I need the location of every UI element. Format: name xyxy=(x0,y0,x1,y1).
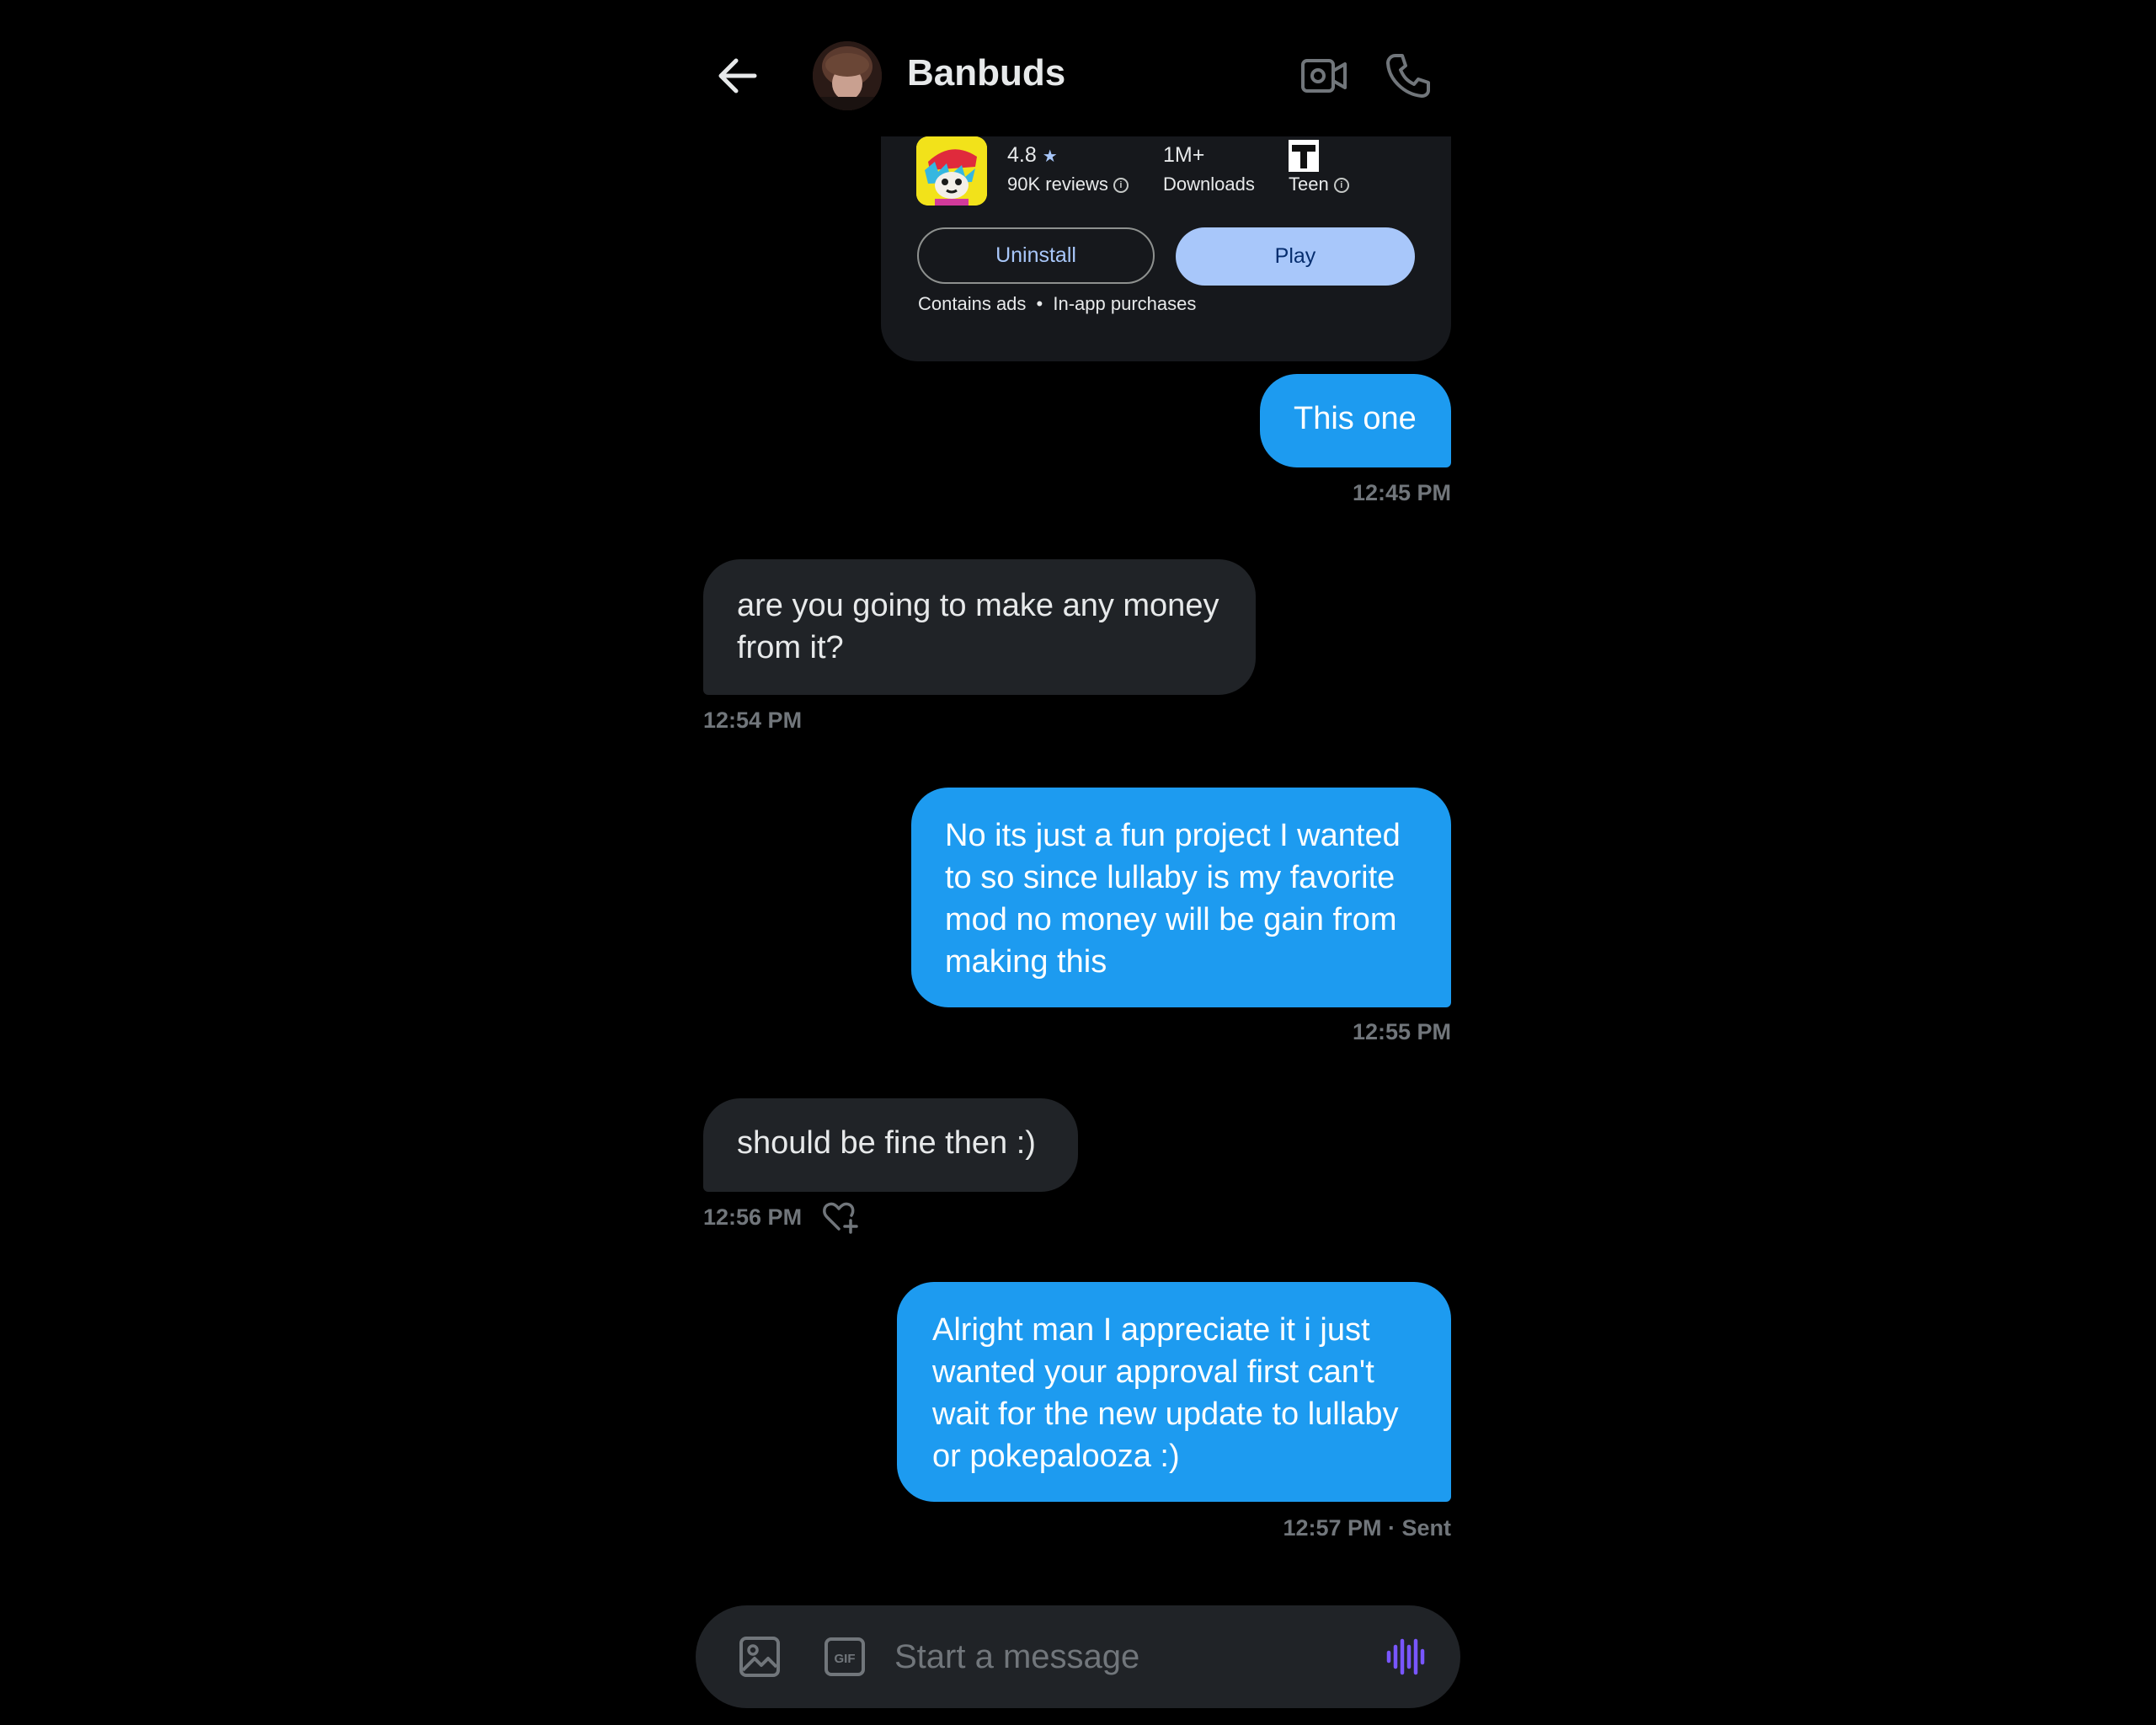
gif-label: GIF xyxy=(835,1652,856,1666)
message-bubble-outgoing[interactable]: No its just a fun project I wanted to so… xyxy=(911,788,1451,1007)
message-timestamp: 12:45 PM xyxy=(1352,480,1451,505)
contains-ads-label: Contains ads xyxy=(918,293,1027,314)
message-input[interactable] xyxy=(894,1631,1349,1683)
footer-separator: • xyxy=(1036,293,1043,314)
video-camera-icon xyxy=(1301,59,1347,93)
message-bubble-incoming[interactable]: should be fine then :) xyxy=(703,1098,1078,1192)
image-icon xyxy=(739,1637,780,1677)
reviews-count[interactable]: 90K reviews i xyxy=(1007,174,1129,195)
message-timestamp: 12:55 PM xyxy=(1352,1019,1451,1044)
reviews-label: 90K reviews xyxy=(1007,174,1108,195)
message-timestamp: 12:54 PM xyxy=(703,708,803,733)
info-icon: i xyxy=(1113,178,1129,194)
app-card-footer: Contains ads • In-app purchases xyxy=(918,293,1196,315)
teen-rating-icon xyxy=(1289,140,1319,172)
message-bubble-outgoing[interactable]: Alright man I appreciate it i just wante… xyxy=(897,1282,1451,1502)
avatar-photo xyxy=(813,41,882,110)
in-app-purchases-label: In-app purchases xyxy=(1053,293,1197,314)
app-icon xyxy=(916,136,987,206)
info-icon: i xyxy=(1333,178,1349,194)
rating-number: 4.8 xyxy=(1007,143,1037,167)
arrow-left-icon xyxy=(718,58,757,93)
play-button[interactable]: Play xyxy=(1176,227,1415,286)
back-button[interactable] xyxy=(714,52,761,99)
star-icon: ★ xyxy=(1042,147,1058,166)
voice-message-button[interactable] xyxy=(1385,1636,1427,1678)
video-call-button[interactable] xyxy=(1299,52,1348,99)
react-button[interactable] xyxy=(822,1200,859,1234)
downloads-label: Downloads xyxy=(1163,174,1255,195)
downloads-value: 1M+ xyxy=(1163,143,1205,167)
message-timestamp: 12:56 PM xyxy=(703,1204,803,1230)
avatar[interactable] xyxy=(813,41,882,110)
call-button[interactable] xyxy=(1384,51,1433,101)
content-rating-label: Teen xyxy=(1289,174,1329,195)
waveform-icon xyxy=(1386,1638,1425,1675)
message-bubble-incoming[interactable]: are you going to make any money from it? xyxy=(703,559,1256,695)
message-composer: GIF xyxy=(696,1605,1460,1708)
shared-app-card[interactable]: 4.8 ★ 90K reviews i 1M+ Downloads Teen i U… xyxy=(881,101,1451,361)
game-character-icon xyxy=(916,136,987,206)
uninstall-button[interactable]: Uninstall xyxy=(917,227,1155,284)
phone-icon xyxy=(1386,54,1430,98)
heart-plus-icon xyxy=(823,1202,858,1234)
message-status: 12:57 PM · Sent xyxy=(1283,1515,1451,1541)
conversation-header: Banbuds xyxy=(0,0,2156,136)
add-media-button[interactable] xyxy=(738,1635,782,1679)
content-rating[interactable]: Teen i xyxy=(1289,174,1349,195)
contact-name[interactable]: Banbuds xyxy=(907,52,1065,94)
gif-icon: GIF xyxy=(825,1637,865,1676)
rating-value: 4.8 ★ xyxy=(1007,143,1058,168)
message-bubble-outgoing[interactable]: This one xyxy=(1260,374,1451,467)
gif-button[interactable]: GIF xyxy=(824,1637,866,1677)
